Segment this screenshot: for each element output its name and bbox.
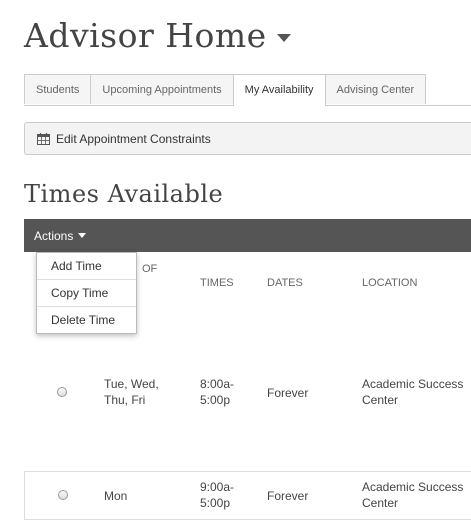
table-row[interactable]: Mon 9:00a- 5:00p Forever Academic Succes…	[24, 471, 471, 520]
actions-bar: Actions	[24, 219, 471, 252]
tab-students[interactable]: Students	[24, 74, 92, 104]
row-days: Mon	[104, 488, 127, 504]
edit-constraints-label: Edit Appointment Constraints	[56, 131, 211, 146]
row-radio[interactable]	[57, 387, 67, 397]
calendar-icon	[37, 132, 50, 145]
tab-advising-center[interactable]: Advising Center	[324, 74, 427, 104]
column-header-location[interactable]: LOCATION	[362, 277, 417, 289]
column-header-days[interactable]: OF	[142, 263, 157, 275]
row-radio[interactable]	[58, 490, 68, 500]
column-header-times[interactable]: TIMES	[200, 277, 234, 289]
menu-item-add-time[interactable]: Add Time	[37, 253, 136, 279]
location-line: Center	[362, 496, 399, 510]
tab-upcoming-appointments[interactable]: Upcoming Appointments	[90, 74, 234, 104]
location-line: Center	[362, 393, 399, 407]
column-header-dates[interactable]: DATES	[267, 277, 303, 289]
row-times: 8:00a- 5:00p	[200, 376, 234, 408]
row-dates: Forever	[267, 386, 309, 400]
edit-appointment-constraints-button[interactable]: Edit Appointment Constraints	[24, 122, 471, 155]
tab-my-availability[interactable]: My Availability	[232, 74, 326, 106]
times-line: 5:00p	[200, 496, 231, 510]
days-line: Thu, Fri	[104, 393, 146, 407]
menu-item-delete-time[interactable]: Delete Time	[37, 306, 136, 333]
row-location: Academic Success Center	[362, 376, 463, 408]
actions-label: Actions	[34, 228, 74, 243]
row-times: 9:00a- 5:00p	[200, 479, 234, 511]
times-line: 9:00a-	[200, 480, 235, 494]
caret-down-icon	[78, 233, 87, 238]
times-line: 5:00p	[200, 393, 231, 407]
page-title-text: Advisor Home	[24, 16, 267, 55]
location-line: Academic Success	[362, 377, 464, 391]
section-title: Times Available	[24, 180, 224, 208]
chevron-down-icon[interactable]	[276, 34, 291, 42]
menu-item-copy-time[interactable]: Copy Time	[37, 279, 136, 306]
row-dates: Forever	[267, 489, 309, 503]
times-line: 8:00a-	[200, 377, 235, 391]
row-location: Academic Success Center	[362, 479, 463, 511]
row-days: Tue, Wed, Thu, Fri	[104, 376, 159, 408]
page-title[interactable]: Advisor Home	[24, 16, 291, 55]
tab-bar: Students Upcoming Appointments My Availa…	[24, 74, 471, 106]
actions-menu: Add Time Copy Time Delete Time	[36, 252, 137, 334]
days-line: Tue, Wed,	[104, 377, 159, 391]
actions-dropdown-button[interactable]: Actions	[34, 228, 87, 243]
days-line: Mon	[104, 489, 128, 503]
location-line: Academic Success	[362, 480, 464, 494]
